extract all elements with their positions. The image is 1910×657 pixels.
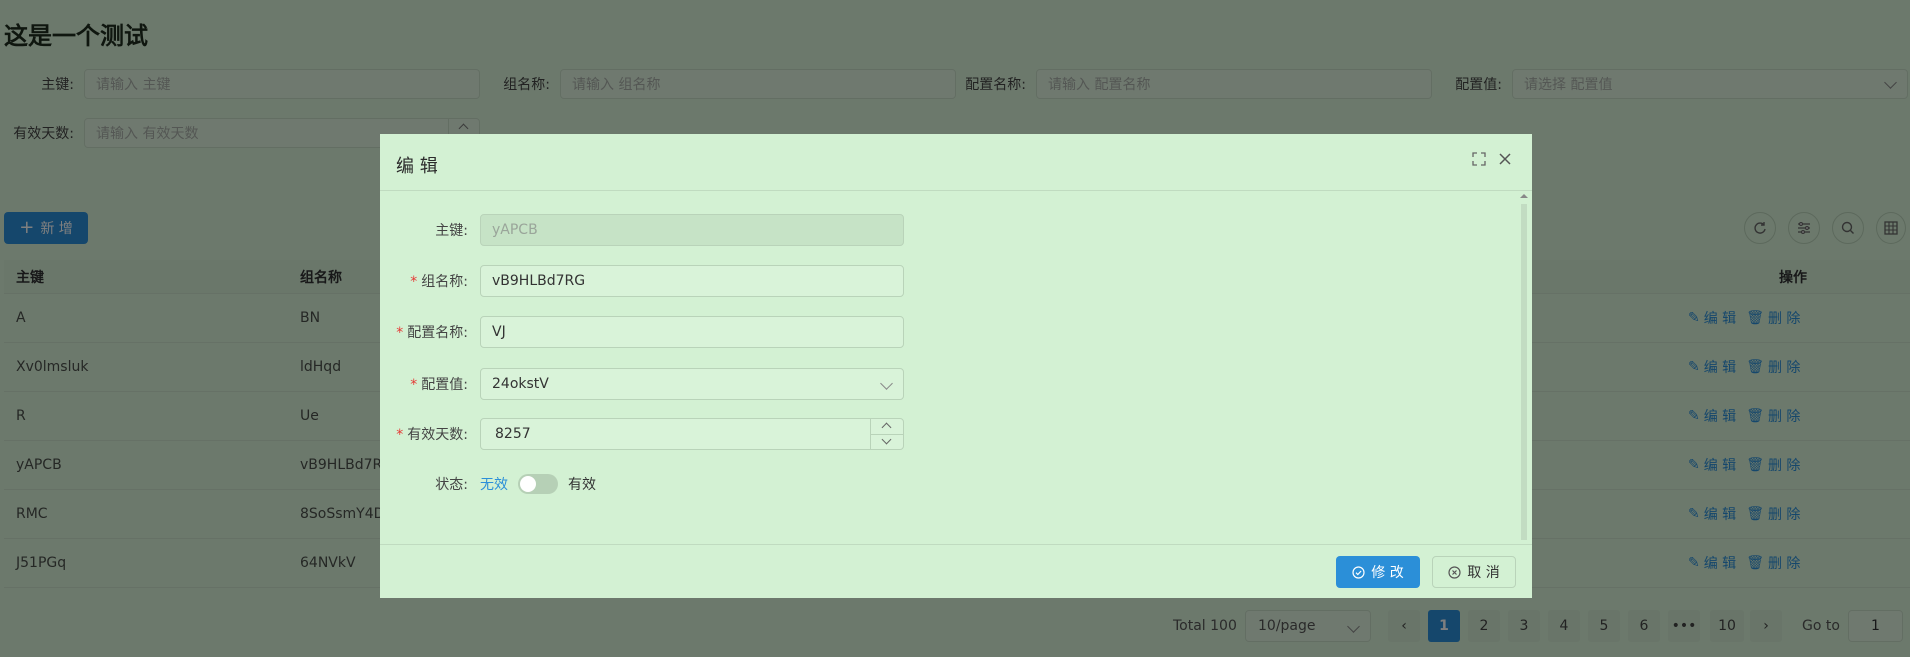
field-config-value-select[interactable]: 24okstV: [480, 368, 904, 400]
submit-button-label: 修 改: [1371, 565, 1404, 581]
status-toggle[interactable]: [518, 474, 558, 494]
required-mark: *: [410, 377, 418, 393]
chevron-up-icon[interactable]: [881, 422, 892, 433]
cancel-button-label: 取 消: [1467, 565, 1500, 581]
cancel-button[interactable]: 取 消: [1432, 556, 1516, 588]
field-group-input[interactable]: vB9HLBd7RG: [480, 265, 904, 297]
chevron-down-icon[interactable]: [881, 434, 892, 445]
field-valid-days-value: 8257: [495, 426, 531, 442]
field-config-value-label-text: 配置值:: [421, 377, 468, 393]
field-group-label-text: 组名称:: [421, 274, 468, 290]
form-row-key: 主键: yAPCB: [380, 214, 980, 246]
submit-button[interactable]: 修 改: [1336, 556, 1420, 588]
required-mark: *: [410, 274, 418, 290]
field-key-label: 主键:: [435, 223, 468, 239]
dialog-header-divider: [380, 190, 1532, 191]
field-key-input: yAPCB: [480, 214, 904, 246]
edit-dialog: 编 辑 主键: yAPCB * 组名称: vB9HLBd7RG * 配置名称: VJ…: [380, 134, 1532, 598]
required-mark: *: [396, 427, 404, 443]
dialog-footer-divider: [380, 544, 1532, 545]
dialog-scrollbar[interactable]: [1518, 192, 1530, 540]
field-config-name-label: * 配置名称:: [380, 322, 480, 342]
required-mark: *: [396, 325, 404, 341]
scroll-up-icon[interactable]: [1518, 192, 1530, 200]
field-valid-days-label: * 有效天数:: [380, 424, 480, 444]
field-valid-days-input[interactable]: 8257: [480, 418, 904, 450]
dialog-header-actions: [1472, 152, 1512, 170]
status-off-label[interactable]: 无效: [480, 474, 508, 494]
dialog-title: 编 辑: [396, 156, 438, 177]
form-row-status: 状态: 无效 有效: [380, 468, 980, 500]
form-row-group: * 组名称: vB9HLBd7RG: [380, 265, 980, 297]
form-row-config-name: * 配置名称: VJ: [380, 316, 980, 348]
status-on-label[interactable]: 有效: [568, 474, 596, 494]
fullscreen-icon[interactable]: [1472, 152, 1486, 170]
check-circle-icon: [1352, 565, 1365, 579]
field-valid-days-label-text: 有效天数:: [407, 427, 468, 443]
form-row-valid-days: * 有效天数: 8257: [380, 418, 980, 450]
field-group-label: * 组名称:: [380, 271, 480, 291]
field-config-value-label: * 配置值:: [380, 374, 480, 394]
form-row-config-value: * 配置值: 24okstV: [380, 368, 980, 400]
close-icon[interactable]: [1498, 152, 1512, 170]
chevron-down-icon: [880, 377, 893, 390]
field-status-label: 状态:: [435, 477, 468, 493]
close-circle-icon: [1448, 565, 1461, 579]
toggle-knob: [520, 476, 536, 492]
field-config-name-input[interactable]: VJ: [480, 316, 904, 348]
field-config-name-label-text: 配置名称:: [407, 325, 468, 341]
field-config-value-text: 24okstV: [492, 376, 549, 392]
scrollbar-thumb[interactable]: [1521, 204, 1527, 540]
quantity-stepper[interactable]: [870, 419, 903, 449]
